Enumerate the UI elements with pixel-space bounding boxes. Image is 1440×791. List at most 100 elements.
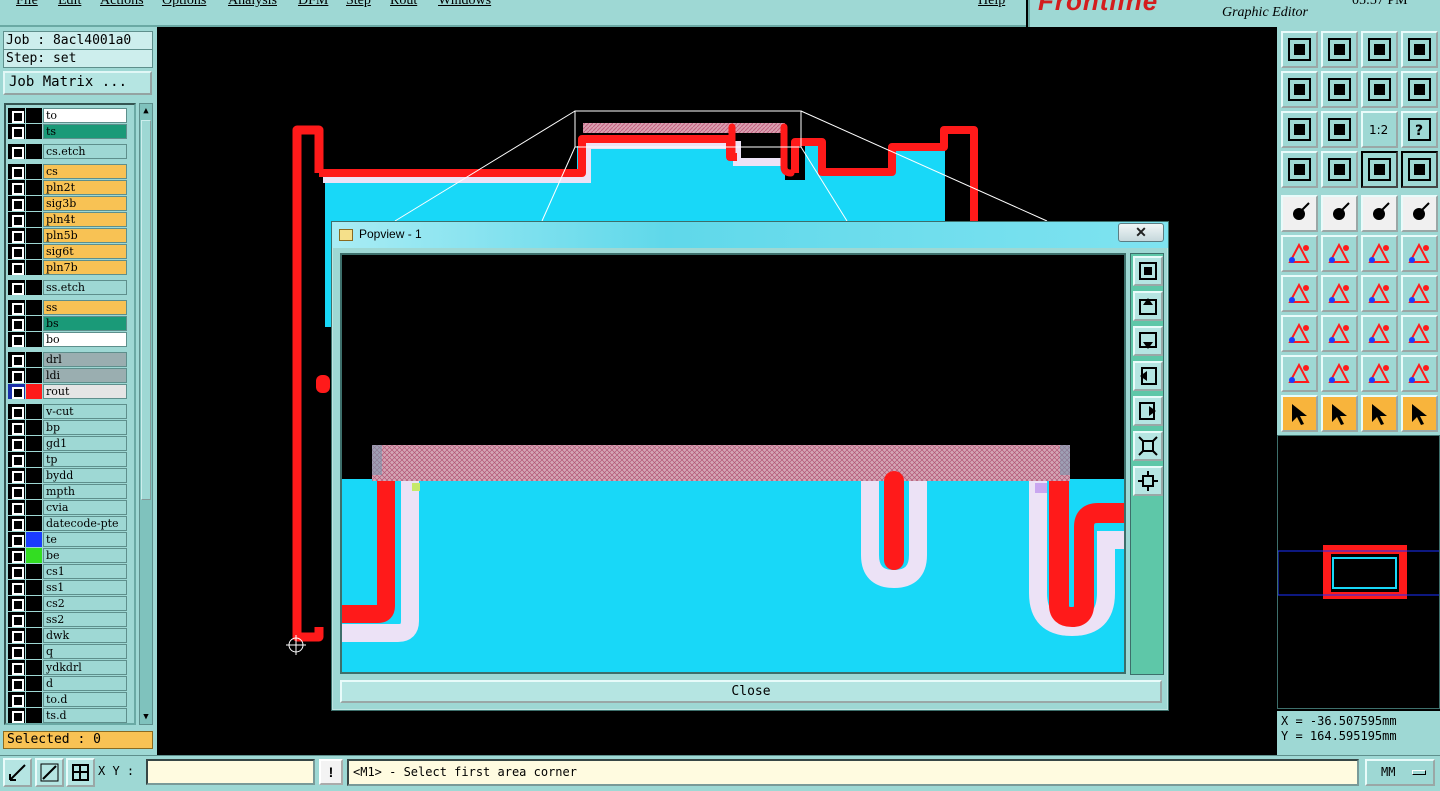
layer-color-swatch[interactable] — [26, 676, 42, 691]
layer-row-pln2t[interactable]: pln2t — [8, 180, 128, 195]
layer-checkbox[interactable] — [8, 180, 25, 195]
layer-name[interactable]: mpth — [43, 484, 127, 499]
layer-color-swatch[interactable] — [26, 212, 42, 227]
rotate-icon[interactable] — [1361, 275, 1398, 312]
layer-name[interactable]: ldi — [43, 368, 127, 383]
layer-checkbox[interactable] — [8, 596, 25, 611]
layer-name[interactable]: ts — [43, 124, 127, 139]
layer-name[interactable]: bydd — [43, 468, 127, 483]
layer-checkbox[interactable] — [8, 516, 25, 531]
layer-checkbox[interactable] — [8, 500, 25, 515]
layer-name[interactable]: pln7b — [43, 260, 127, 275]
layer-color-swatch[interactable] — [26, 300, 42, 315]
layer-checkbox[interactable] — [8, 468, 25, 483]
layer-row-te[interactable]: te — [8, 532, 128, 547]
layer-name[interactable]: cs — [43, 164, 127, 179]
layer-color-swatch[interactable] — [26, 596, 42, 611]
layer-name[interactable]: ss — [43, 300, 127, 315]
layer-name[interactable]: sig3b — [43, 196, 127, 211]
layer-color-swatch[interactable] — [26, 580, 42, 595]
layer-color-swatch[interactable] — [26, 244, 42, 259]
layer-checkbox[interactable] — [8, 300, 25, 315]
layer-row-ydkdrl[interactable]: ydkdrl — [8, 660, 128, 675]
layer-checkbox[interactable] — [8, 316, 25, 331]
layer-color-swatch[interactable] — [26, 628, 42, 643]
layer-color-swatch[interactable] — [26, 280, 42, 295]
cross-icon[interactable] — [1321, 235, 1358, 272]
layer-color-swatch[interactable] — [26, 228, 42, 243]
menu-windows[interactable]: Windows — [438, 0, 491, 9]
layer-name[interactable]: ss2 — [43, 612, 127, 627]
layer-name[interactable]: cvia — [43, 500, 127, 515]
layer-checkbox[interactable] — [8, 228, 25, 243]
flip-icon[interactable] — [1401, 275, 1438, 312]
layer-checkbox[interactable] — [8, 260, 25, 275]
layer-color-swatch[interactable] — [26, 144, 42, 159]
close-icon[interactable]: ✕ — [1118, 223, 1164, 242]
layer-checkbox[interactable] — [8, 452, 25, 467]
pan-right-icon[interactable] — [1133, 396, 1163, 426]
layer-row-gd1[interactable]: gd1 — [8, 436, 128, 451]
peak-icon[interactable] — [1321, 355, 1358, 392]
span-icon[interactable] — [1401, 355, 1438, 392]
layer-row-dwk[interactable]: dwk — [8, 628, 128, 643]
zoom-fit-icon[interactable] — [1133, 256, 1163, 286]
layer-color-swatch[interactable] — [26, 260, 42, 275]
triangle-icon[interactable] — [1281, 355, 1318, 392]
help-icon[interactable]: ? — [1401, 111, 1438, 148]
layer-checkbox[interactable] — [8, 368, 25, 383]
right-align-icon[interactable] — [1321, 71, 1358, 108]
netlist-compare-icon[interactable] — [1401, 151, 1438, 188]
layer-row-sig3b[interactable]: sig3b — [8, 196, 128, 211]
layer-checkbox[interactable] — [8, 212, 25, 227]
layer-row-cs1[interactable]: cs1 — [8, 564, 128, 579]
layer-row-drl[interactable]: drl — [8, 352, 128, 367]
layer-name[interactable]: cs.etch — [43, 144, 127, 159]
ruler-icon[interactable] — [1361, 195, 1398, 232]
layer-color-swatch[interactable] — [26, 332, 42, 347]
select-feature-icon[interactable] — [1281, 195, 1318, 232]
layer-row-ldi[interactable]: ldi — [8, 368, 128, 383]
layer-color-swatch[interactable] — [26, 468, 42, 483]
layer-color-swatch[interactable] — [26, 384, 42, 399]
layer-name[interactable]: bs — [43, 316, 127, 331]
measure-icon[interactable] — [35, 758, 64, 787]
highlight-icon[interactable] — [1321, 195, 1358, 232]
layer-checkbox[interactable] — [8, 580, 25, 595]
layer-row-pln7b[interactable]: pln7b — [8, 260, 128, 275]
layer-name[interactable]: gd1 — [43, 436, 127, 451]
layer-name[interactable]: cs2 — [43, 596, 127, 611]
layer-row-cs.etch[interactable]: cs.etch — [8, 144, 128, 159]
layer-checkbox[interactable] — [8, 144, 25, 159]
scale-one-two-icon[interactable]: 1:2 — [1361, 111, 1398, 148]
grid-icon[interactable] — [66, 758, 95, 787]
layer-row-ss1[interactable]: ss1 — [8, 580, 128, 595]
layer-color-swatch[interactable] — [26, 660, 42, 675]
menu-analysis[interactable]: Analysis — [228, 0, 277, 9]
pan-down-icon[interactable] — [1133, 326, 1163, 356]
layer-list-scrollbar[interactable]: ▲ ▼ — [139, 103, 153, 725]
layer-row-q[interactable]: q — [8, 644, 128, 659]
layer-color-swatch[interactable] — [26, 452, 42, 467]
layer-row-be[interactable]: be — [8, 548, 128, 563]
measure-width-icon[interactable] — [1361, 315, 1398, 352]
layer-row-tp[interactable]: tp — [8, 452, 128, 467]
layer-name[interactable]: v-cut — [43, 404, 127, 419]
pan-left-icon[interactable] — [1133, 361, 1163, 391]
copy-icon[interactable] — [1401, 315, 1438, 352]
scroll-down-icon[interactable]: ▼ — [140, 710, 152, 724]
layer-row-ss.etch[interactable]: ss.etch — [8, 280, 128, 295]
line-icon[interactable] — [1361, 235, 1398, 272]
grid-toggle-icon[interactable] — [1321, 151, 1358, 188]
layer-color-swatch[interactable] — [26, 420, 42, 435]
layer-name[interactable]: drl — [43, 352, 127, 367]
layer-name[interactable]: pln2t — [43, 180, 127, 195]
layer-row-bp[interactable]: bp — [8, 420, 128, 435]
layer-checkbox[interactable] — [8, 484, 25, 499]
text-icon[interactable] — [1361, 355, 1398, 392]
layer-checkbox[interactable] — [8, 660, 25, 675]
layer-checkbox[interactable] — [8, 644, 25, 659]
layer-color-swatch[interactable] — [26, 124, 42, 139]
slope-icon[interactable] — [1321, 275, 1358, 312]
zoom-in-icon[interactable] — [1133, 431, 1163, 461]
